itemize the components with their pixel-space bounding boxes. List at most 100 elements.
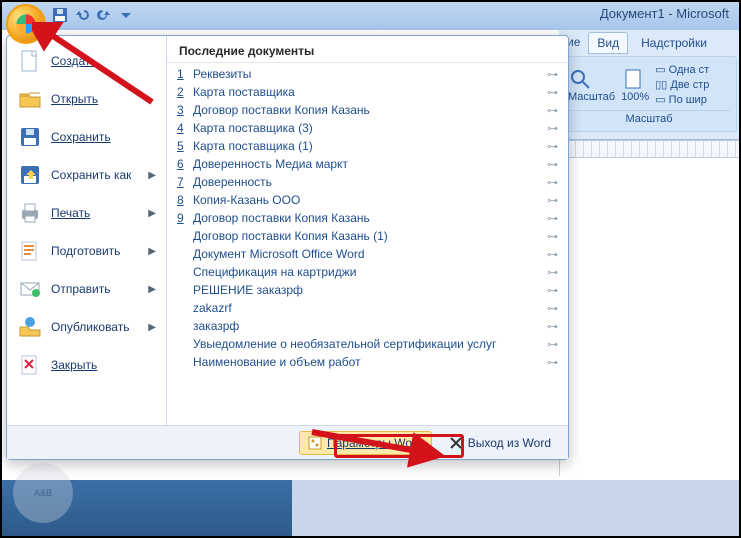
one-page-option[interactable]: ▭ Одна ст <box>655 63 709 76</box>
document-area[interactable] <box>559 158 739 476</box>
exit-word-label: Выход из Word <box>468 436 551 450</box>
open-folder-icon <box>17 86 43 112</box>
recent-doc-item[interactable]: zakazrf ⊶ <box>167 299 568 317</box>
recent-doc-name: РЕШЕНИЕ заказрф <box>193 283 541 297</box>
pin-icon[interactable]: ⊶ <box>547 320 558 333</box>
recent-doc-name: Договор поставки Копия Казань (1) <box>193 229 541 243</box>
cmd-close-label: Закрыть <box>51 358 97 372</box>
cmd-publish[interactable]: Опубликовать ▶ <box>7 308 166 346</box>
new-doc-icon <box>17 48 43 74</box>
page-100-icon[interactable] <box>621 67 645 91</box>
recent-doc-index: 8 <box>177 193 187 207</box>
recent-doc-name: Договор поставки Копия Казань <box>193 211 541 225</box>
word-options-button[interactable]: Параметры Word <box>299 431 432 455</box>
watermark: A&B <box>8 458 78 528</box>
recent-doc-item[interactable]: 6Доверенность Медиа маркт⊶ <box>167 155 568 173</box>
window-title: Документ1 - Microsoft <box>600 6 729 21</box>
pin-icon[interactable]: ⊶ <box>547 176 558 189</box>
pin-icon[interactable]: ⊶ <box>547 284 558 297</box>
recent-doc-item[interactable]: 3Договор поставки Копия Казань⊶ <box>167 101 568 119</box>
statusbar-area <box>2 480 739 536</box>
recent-doc-name: заказрф <box>193 319 541 333</box>
pin-icon[interactable]: ⊶ <box>547 248 558 261</box>
recent-doc-item[interactable]: РЕШЕНИЕ заказрф ⊶ <box>167 281 568 299</box>
pin-icon[interactable]: ⊶ <box>547 212 558 225</box>
cmd-open[interactable]: Открыть <box>7 80 166 118</box>
recent-doc-name: Доверенность Медиа маркт <box>193 157 541 171</box>
cmd-prepare[interactable]: Подготовить ▶ <box>7 232 166 270</box>
recent-documents-panel: Последние документы 1Реквезиты⊶2Карта по… <box>167 36 568 425</box>
recent-doc-name: zakazrf <box>193 301 541 315</box>
recent-doc-item[interactable]: 8Копия-Казань ООО⊶ <box>167 191 568 209</box>
cmd-send[interactable]: Отправить ▶ <box>7 270 166 308</box>
recent-doc-name: Реквезиты <box>193 67 541 81</box>
recent-doc-item[interactable]: 9 Договор поставки Копия Казань ⊶ <box>167 209 568 227</box>
pin-icon[interactable]: ⊶ <box>547 122 558 135</box>
cmd-saveas[interactable]: Сохранить как ▶ <box>7 156 166 194</box>
recent-doc-name: Карта поставщика (1) <box>193 139 541 153</box>
tab-view[interactable]: Вид <box>588 32 628 54</box>
page-width-option[interactable]: ▭ По шир <box>655 93 709 106</box>
cmd-close[interactable]: Закрыть <box>7 346 166 384</box>
recent-doc-item[interactable]: заказрф ⊶ <box>167 317 568 335</box>
recent-doc-item[interactable]: 2Карта поставщика⊶ <box>167 83 568 101</box>
ruler[interactable] <box>559 140 739 158</box>
prepare-icon <box>17 238 43 264</box>
pin-icon[interactable]: ⊶ <box>547 140 558 153</box>
quick-access-toolbar <box>52 7 134 23</box>
recent-doc-item[interactable]: Договор поставки Копия Казань (1) ⊶ <box>167 227 568 245</box>
recent-doc-item[interactable]: 5 Карта поставщика (1) ⊶ <box>167 137 568 155</box>
recent-doc-name: Увыедомление о необязательной сертификац… <box>193 337 541 351</box>
cmd-send-label: Отправить <box>51 282 111 296</box>
redo-icon[interactable] <box>96 7 112 23</box>
zoom-icon[interactable] <box>568 67 592 91</box>
tab-addins[interactable]: Надстройки <box>632 32 716 54</box>
save-icon[interactable] <box>52 7 68 23</box>
pin-icon[interactable]: ⊶ <box>547 86 558 99</box>
recent-doc-index: 2 <box>177 85 187 99</box>
recent-doc-index: 5 <box>177 139 187 153</box>
exit-word-button[interactable]: Выход из Word <box>440 431 560 455</box>
title-bar: Документ1 - Microsoft <box>2 2 739 30</box>
recent-header: Последние документы <box>167 36 568 63</box>
send-icon <box>17 276 43 302</box>
zoom-group-label: Масштаб <box>568 110 730 125</box>
pin-icon[interactable]: ⊶ <box>547 68 558 81</box>
recent-doc-item[interactable]: Наименование и объем работ ⊶ <box>167 353 568 371</box>
recent-doc-name: Наименование и объем работ <box>193 355 541 369</box>
recent-doc-item[interactable]: 4Карта поставщика (3)⊶ <box>167 119 568 137</box>
recent-doc-index: 9 <box>177 211 187 225</box>
publish-icon <box>17 314 43 340</box>
recent-doc-item[interactable]: Спецификация на картриджи⊶ <box>167 263 568 281</box>
chevron-right-icon: ▶ <box>148 208 156 219</box>
recent-doc-index: 3 <box>177 103 187 117</box>
qat-dropdown-icon[interactable] <box>118 7 134 23</box>
cmd-print[interactable]: Печать ▶ <box>7 194 166 232</box>
pin-icon[interactable]: ⊶ <box>547 356 558 369</box>
pin-icon[interactable]: ⊶ <box>547 302 558 315</box>
chevron-right-icon: ▶ <box>148 246 156 257</box>
cmd-new-label: Создать <box>51 54 97 68</box>
pin-icon[interactable]: ⊶ <box>547 230 558 243</box>
recent-doc-item[interactable]: 1Реквезиты⊶ <box>167 65 568 83</box>
pin-icon[interactable]: ⊶ <box>547 338 558 351</box>
office-menu-footer: Параметры Word Выход из Word <box>7 425 568 459</box>
cmd-open-label: Открыть <box>51 92 98 106</box>
pin-icon[interactable]: ⊶ <box>547 104 558 117</box>
chevron-right-icon: ▶ <box>148 322 156 333</box>
pin-icon[interactable]: ⊶ <box>547 266 558 279</box>
pin-icon[interactable]: ⊶ <box>547 158 558 171</box>
recent-doc-item[interactable]: Увыедомление о необязательной сертификац… <box>167 335 568 353</box>
cmd-saveas-label: Сохранить как <box>51 168 131 182</box>
zoom-button-label: Масштаб <box>568 91 615 103</box>
recent-doc-item[interactable]: 7Доверенность⊶ <box>167 173 568 191</box>
recent-doc-item[interactable]: Документ Microsoft Office Word⊶ <box>167 245 568 263</box>
office-button[interactable] <box>6 4 46 44</box>
pin-icon[interactable]: ⊶ <box>547 194 558 207</box>
close-icon <box>449 436 463 450</box>
cmd-save[interactable]: Сохранить <box>7 118 166 156</box>
cmd-new[interactable]: Создать <box>7 42 166 80</box>
two-page-option[interactable]: ▯▯ Две стр <box>655 78 709 91</box>
undo-icon[interactable] <box>74 7 90 23</box>
recent-doc-index: 4 <box>177 121 187 135</box>
